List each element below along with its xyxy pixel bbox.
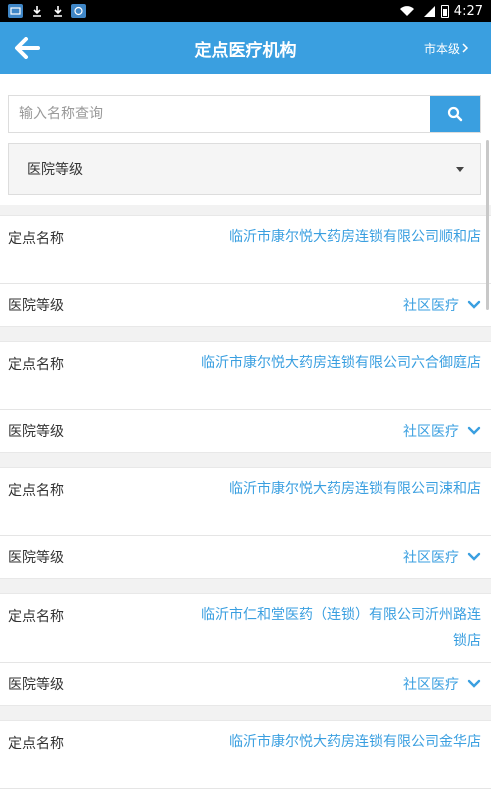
- level-value: 社区医疗: [403, 298, 459, 314]
- result-card[interactable]: 定点名称 临沂市仁和堂医药（连锁）有限公司沂州路连锁店医院等级 社区医疗: [0, 593, 491, 706]
- result-card[interactable]: 定点名称 临沂市康尔悦大药房连锁有限公司顺和店医院等级 社区医疗: [0, 215, 491, 327]
- download-icon: [29, 4, 44, 18]
- region-selector[interactable]: 市本级: [424, 22, 469, 74]
- institution-name[interactable]: 临沂市康尔悦大药房连锁有限公司金华店: [201, 729, 481, 780]
- institution-name[interactable]: 临沂市康尔悦大药房连锁有限公司顺和店: [201, 224, 481, 275]
- name-row: 定点名称 临沂市康尔悦大药房连锁有限公司金华店: [0, 721, 491, 789]
- institution-name[interactable]: 临沂市康尔悦大药房连锁有限公司六合御庭店: [201, 350, 481, 401]
- wifi-icon: [399, 6, 414, 16]
- level-value: 社区医疗: [403, 424, 459, 440]
- chevron-down-icon: [467, 300, 481, 309]
- name-label: 定点名称: [8, 609, 64, 625]
- level-label: 医院等级: [8, 677, 64, 693]
- search-panel: 医院等级: [0, 74, 491, 205]
- level-label: 医院等级: [8, 550, 64, 566]
- level-row: 医院等级 社区医疗: [0, 663, 491, 705]
- app-notification-icon: [71, 4, 86, 18]
- app-header: 定点医疗机构 市本级: [0, 22, 491, 74]
- scrollbar[interactable]: [486, 140, 489, 310]
- select-value: 医院等级: [27, 162, 83, 178]
- institution-name[interactable]: 临沂市仁和堂医药（连锁）有限公司沂州路连锁店: [201, 602, 481, 654]
- level-toggle[interactable]: 社区医疗: [403, 295, 481, 315]
- page-title: 定点医疗机构: [194, 40, 297, 61]
- search-bar: [8, 95, 481, 133]
- result-card[interactable]: 定点名称 临沂市康尔悦大药房连锁有限公司六合御庭店医院等级 社区医疗: [0, 341, 491, 453]
- level-label: 医院等级: [8, 424, 64, 440]
- notification-icons: [8, 4, 86, 18]
- search-button[interactable]: [430, 96, 480, 132]
- name-label: 定点名称: [8, 357, 64, 373]
- battery-icon: [440, 4, 449, 18]
- name-label: 定点名称: [8, 231, 64, 247]
- level-row: 医院等级 社区医疗: [0, 536, 491, 578]
- name-label: 定点名称: [8, 483, 64, 499]
- level-value: 社区医疗: [403, 550, 459, 566]
- results-list: 定点名称 临沂市康尔悦大药房连锁有限公司顺和店 医院等级 社区医疗 定点名称 临沂市康尔悦…: [0, 215, 491, 800]
- chevron-down-icon: [467, 552, 481, 561]
- signal-icon: [423, 6, 435, 17]
- status-bar: 4:27: [0, 0, 491, 22]
- level-row: 医院等级社区医疗: [0, 789, 491, 800]
- chevron-down-icon: [467, 426, 481, 435]
- app-notification-icon: [8, 4, 23, 18]
- name-label: 定点名称: [8, 736, 64, 752]
- chevron-right-icon: [462, 43, 469, 53]
- back-button[interactable]: [0, 22, 54, 74]
- level-row: 医院等级 社区医疗: [0, 410, 491, 452]
- result-card[interactable]: 定点名称 临沂市康尔悦大药房连锁有限公司涑和店医院等级 社区医疗: [0, 467, 491, 579]
- level-value: 社区医疗: [403, 677, 459, 693]
- hospital-level-select[interactable]: 医院等级: [8, 143, 481, 195]
- region-label: 市本级: [423, 41, 460, 56]
- result-card[interactable]: 定点名称 临沂市康尔悦大药房连锁有限公司金华店医院等级社区医疗: [0, 720, 491, 800]
- search-icon: [447, 106, 463, 122]
- level-toggle[interactable]: 社区医疗: [403, 421, 481, 441]
- name-row: 定点名称 临沂市康尔悦大药房连锁有限公司涑和店: [0, 468, 491, 536]
- name-row: 定点名称 临沂市仁和堂医药（连锁）有限公司沂州路连锁店: [0, 594, 491, 663]
- institution-name[interactable]: 临沂市康尔悦大药房连锁有限公司涑和店: [201, 476, 481, 527]
- status-time: 4:27: [453, 3, 483, 19]
- level-label: 医院等级: [8, 298, 64, 314]
- level-toggle[interactable]: 社区医疗: [403, 547, 481, 567]
- caret-down-icon: [456, 166, 464, 172]
- name-row: 定点名称 临沂市康尔悦大药房连锁有限公司顺和店: [0, 216, 491, 284]
- search-input[interactable]: [9, 96, 430, 132]
- chevron-down-icon: [467, 679, 481, 688]
- arrow-left-icon: [15, 37, 40, 59]
- name-row: 定点名称 临沂市康尔悦大药房连锁有限公司六合御庭店: [0, 342, 491, 410]
- level-row: 医院等级 社区医疗: [0, 284, 491, 326]
- level-toggle[interactable]: 社区医疗: [403, 674, 481, 694]
- download-icon: [50, 4, 65, 18]
